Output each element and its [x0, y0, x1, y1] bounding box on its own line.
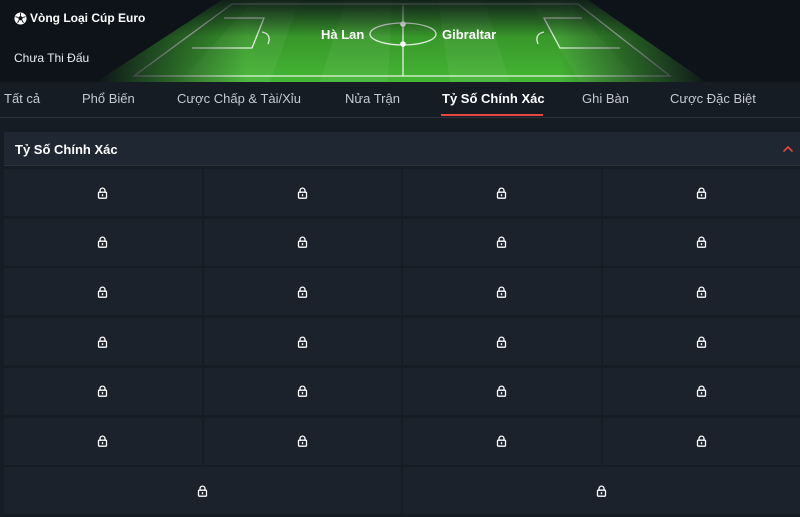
- lock-icon: [696, 336, 706, 348]
- lock-icon: [297, 385, 307, 398]
- tab-specials[interactable]: Cược Đặc Biệt: [670, 91, 756, 106]
- locked-odds-cell[interactable]: [4, 218, 202, 266]
- section-header[interactable]: Tỷ Số Chính Xác: [4, 132, 800, 166]
- locked-odds-cell[interactable]: [602, 218, 800, 266]
- lock-icon: [696, 385, 706, 398]
- lock-icon: [98, 286, 108, 298]
- locked-odds-cell[interactable]: [602, 268, 800, 316]
- locked-odds-cell[interactable]: [403, 268, 601, 316]
- lock-icon: [497, 236, 507, 249]
- lock-icon: [98, 435, 108, 447]
- active-tab-indicator: [441, 114, 543, 116]
- lock-icon: [696, 186, 706, 199]
- locked-odds-cell[interactable]: [4, 367, 202, 415]
- locked-odds-cell[interactable]: [203, 367, 401, 415]
- locked-odds-cell[interactable]: [4, 268, 202, 316]
- lock-icon: [297, 186, 307, 199]
- lock-icon: [497, 336, 507, 348]
- tab-correct-score[interactable]: Tỷ Số Chính Xác: [442, 91, 545, 106]
- lock-icon: [98, 336, 108, 348]
- lock-icon: [197, 485, 208, 497]
- match-header: Vòng Loại Cúp Euro Chưa Thi Đấu Hà Lan G…: [0, 0, 800, 82]
- app: Vòng Loại Cúp Euro Chưa Thi Đấu Hà Lan G…: [0, 0, 800, 517]
- lock-icon: [596, 485, 607, 497]
- tab-popular[interactable]: Phổ Biến: [82, 91, 135, 106]
- lock-icon: [497, 186, 507, 199]
- locked-odds-cell[interactable]: [602, 169, 800, 216]
- lock-icon: [297, 435, 307, 447]
- locked-odds-cell[interactable]: [602, 417, 800, 465]
- tab-half-time[interactable]: Nửa Trận: [345, 91, 400, 106]
- away-team-name: Gibraltar: [442, 27, 497, 42]
- lock-icon: [696, 236, 706, 249]
- tab-goalscorer[interactable]: Ghi Bàn: [582, 91, 629, 106]
- locked-odds-cell[interactable]: [203, 268, 401, 316]
- lock-icon: [696, 435, 706, 447]
- locked-odds-cell[interactable]: [403, 318, 601, 366]
- lock-icon: [497, 286, 507, 298]
- locked-odds-cell[interactable]: [4, 467, 401, 515]
- locked-odds-cell[interactable]: [403, 417, 601, 465]
- lock-icon: [98, 236, 108, 249]
- tab-handicap-over-under[interactable]: Cược Chấp & Tài/Xỉu: [177, 91, 301, 106]
- league-label: Vòng Loại Cúp Euro: [14, 11, 145, 25]
- lock-icon: [98, 385, 108, 398]
- lock-icon: [696, 286, 706, 298]
- locked-odds-cell[interactable]: [4, 318, 202, 366]
- match-status: Chưa Thi Đấu: [14, 51, 90, 65]
- locked-odds-cell[interactable]: [203, 417, 401, 465]
- home-team-name: Hà Lan: [321, 27, 365, 42]
- locked-odds-cell[interactable]: [403, 169, 601, 216]
- locked-odds-cell[interactable]: [403, 218, 601, 266]
- correct-score-section: Tỷ Số Chính Xác: [4, 132, 800, 517]
- locked-odds-cell[interactable]: [403, 367, 601, 415]
- locked-odds-cell[interactable]: [403, 467, 800, 515]
- soccer-ball-icon: [14, 11, 27, 25]
- locked-odds-cell[interactable]: [4, 417, 202, 465]
- locked-odds-cell[interactable]: [203, 169, 401, 216]
- locked-odds-cell[interactable]: [602, 367, 800, 415]
- lock-icon: [497, 435, 507, 447]
- section-title: Tỷ Số Chính Xác: [15, 142, 118, 157]
- locked-odds-cell[interactable]: [203, 318, 401, 366]
- lock-icon: [297, 236, 307, 249]
- league-name: Vòng Loại Cúp Euro: [30, 11, 146, 25]
- lock-icon: [297, 336, 307, 348]
- market-tabs: Tất cả Phổ Biến Cược Chấp & Tài/Xỉu Nửa …: [0, 82, 800, 118]
- locked-odds-cell[interactable]: [4, 169, 202, 216]
- locked-odds-cell[interactable]: [602, 318, 800, 366]
- tab-all[interactable]: Tất cả: [4, 91, 40, 106]
- locked-odds-cell[interactable]: [203, 218, 401, 266]
- lock-icon: [98, 186, 108, 199]
- chevron-up-icon[interactable]: [782, 143, 794, 155]
- lock-icon: [497, 385, 507, 398]
- lock-icon: [297, 286, 307, 298]
